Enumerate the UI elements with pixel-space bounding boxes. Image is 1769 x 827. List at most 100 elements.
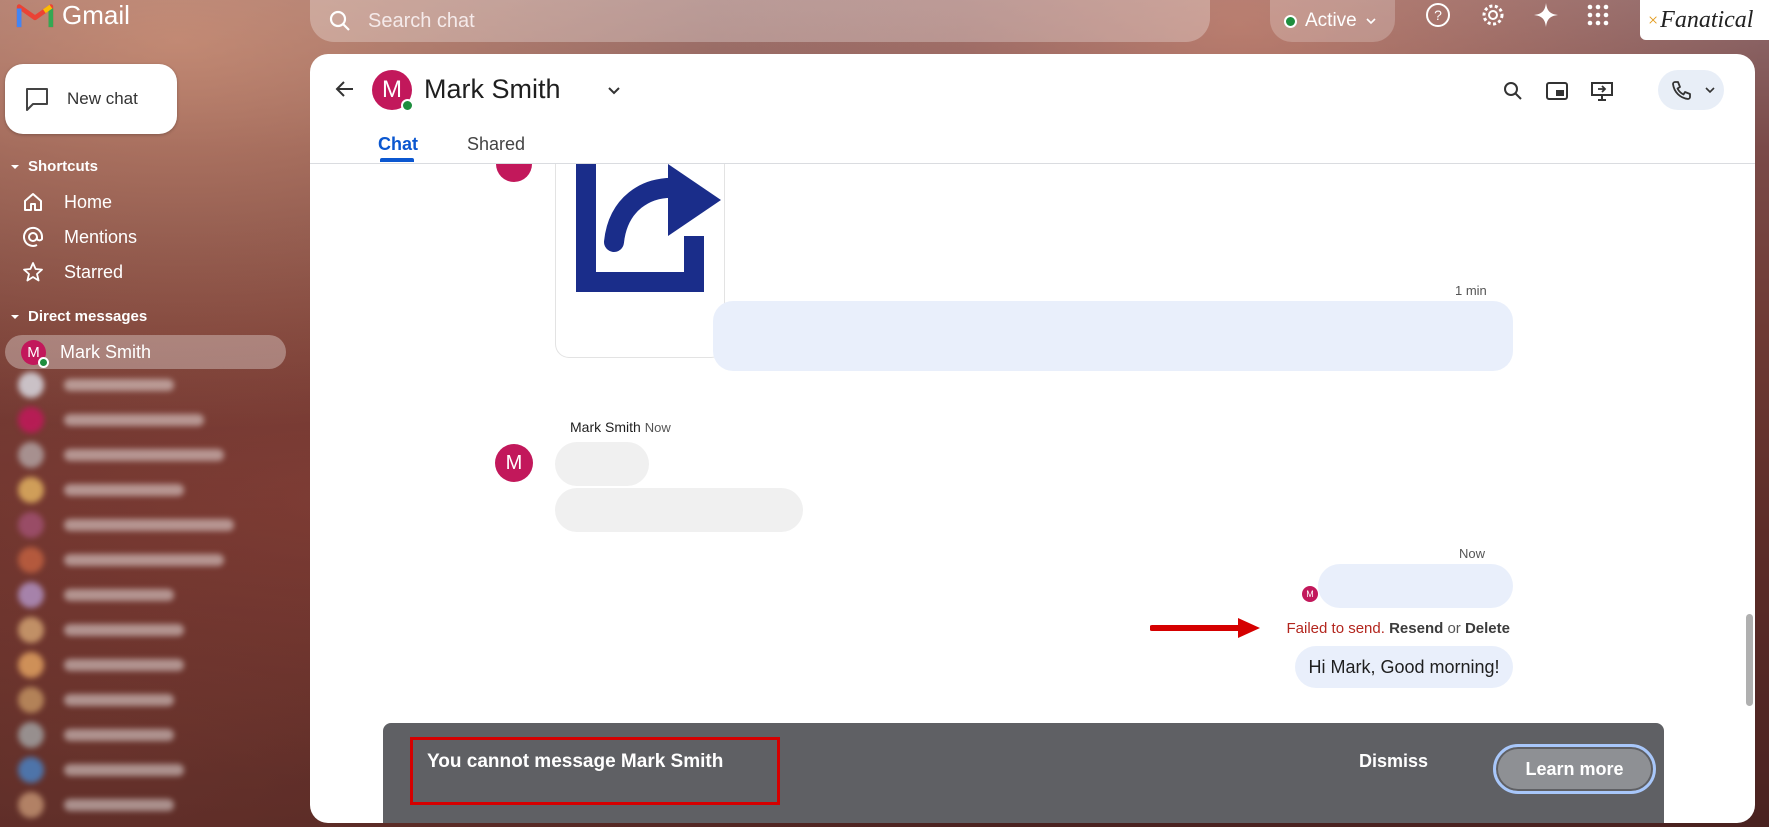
redacted-name [64, 589, 174, 601]
list-item[interactable] [18, 510, 234, 540]
list-item[interactable] [18, 580, 174, 610]
shortcuts-section-toggle[interactable]: Shortcuts [10, 158, 98, 175]
list-item[interactable] [18, 370, 174, 400]
dismiss-button[interactable]: Dismiss [1359, 751, 1428, 772]
outgoing-message-bubble[interactable] [1318, 564, 1513, 608]
chat-header: M Mark Smith Chat Shared [310, 54, 1755, 164]
status-selector[interactable]: Active [1270, 0, 1395, 42]
list-item[interactable] [18, 440, 224, 470]
avatar: M [21, 339, 49, 368]
search-input[interactable] [368, 9, 968, 33]
chevron-down-icon [1366, 18, 1376, 25]
status-label: Active [1305, 10, 1357, 31]
list-item[interactable] [18, 475, 184, 505]
search-icon[interactable] [328, 9, 352, 33]
list-item[interactable] [18, 720, 174, 750]
gmail-m-icon [16, 4, 54, 28]
avatar-initial: M [27, 343, 40, 361]
outgoing-message-bubble[interactable]: Hi Mark, Good morning! [1295, 646, 1513, 688]
redacted-name [64, 379, 174, 391]
home-icon [24, 193, 42, 211]
sidebar-item-mark-smith[interactable]: M Mark Smith [5, 335, 286, 369]
picture-in-picture-icon[interactable] [1542, 76, 1572, 106]
help-icon[interactable]: ? [1422, 0, 1454, 30]
new-chat-button[interactable]: New chat [5, 64, 177, 134]
chevron-down-icon[interactable] [1704, 84, 1716, 96]
sidebar-item-home[interactable]: Home [22, 187, 112, 217]
avatar [18, 547, 44, 573]
redacted-name [64, 554, 224, 566]
annotation-arrow-icon [1150, 618, 1260, 638]
redacted-name [64, 694, 174, 706]
phone-icon [1672, 81, 1691, 100]
list-item[interactable] [18, 755, 184, 785]
list-item[interactable] [18, 650, 184, 680]
avatar [18, 512, 44, 538]
brand-prefix: × [1648, 9, 1659, 30]
present-screen-icon[interactable] [1587, 76, 1617, 106]
failed-text: Failed to send. [1286, 620, 1385, 637]
search-in-chat-icon[interactable] [1498, 76, 1528, 106]
outgoing-message-bubble[interactable] [713, 301, 1513, 371]
incoming-message-bubble[interactable] [555, 488, 803, 532]
apps-grid-icon[interactable] [1582, 0, 1614, 30]
dm-name: Mark Smith [60, 341, 152, 362]
status-dot-icon [1284, 14, 1297, 28]
new-chat-label: New chat [67, 89, 138, 108]
account-brand-chip[interactable]: × Fanatical [1640, 0, 1769, 40]
delete-link[interactable]: Delete [1465, 620, 1510, 637]
active-tab-indicator [380, 158, 414, 162]
list-item[interactable] [18, 545, 224, 575]
caret-down-icon [11, 314, 19, 319]
call-button[interactable] [1658, 70, 1724, 110]
learn-more-button[interactable]: Learn more [1493, 744, 1656, 794]
avatar [18, 617, 44, 643]
contact-menu-button[interactable] [602, 78, 626, 102]
or-text: or [1447, 620, 1461, 637]
chat-panel: M Mark Smith Chat Shared 1 min Mark Smit… [310, 54, 1755, 823]
direct-messages-section-toggle[interactable]: Direct messages [10, 308, 147, 325]
presence-dot-icon [401, 99, 414, 112]
star-icon [23, 262, 43, 282]
list-item[interactable] [18, 615, 184, 645]
tab-chat[interactable]: Chat [378, 134, 418, 155]
presence-dot-icon [38, 356, 49, 368]
contact-avatar[interactable]: M [372, 70, 414, 112]
scrollbar[interactable] [1746, 614, 1753, 706]
brand-text: Fanatical [1660, 6, 1754, 33]
contact-name[interactable]: Mark Smith [424, 74, 561, 105]
gmail-logo[interactable]: Gmail [16, 0, 130, 30]
banner-message: You cannot message Mark Smith [427, 751, 724, 772]
list-item[interactable] [18, 685, 174, 715]
redacted-name [64, 449, 224, 461]
resend-link[interactable]: Resend [1389, 620, 1443, 637]
avatar [18, 722, 44, 748]
chat-bubble-icon [26, 88, 48, 111]
at-icon [23, 226, 44, 247]
avatar [18, 477, 44, 503]
sidebar-item-mentions[interactable]: Mentions [22, 222, 137, 252]
read-receipt-avatar: M [1302, 586, 1318, 602]
redacted-name [64, 659, 184, 671]
gemini-sparkle-icon[interactable] [1530, 0, 1562, 30]
message-timestamp: 1 min [1455, 283, 1487, 298]
list-item[interactable] [18, 790, 174, 820]
gear-icon[interactable] [1477, 0, 1509, 30]
caret-down-icon [11, 164, 19, 169]
redacted-name [64, 484, 184, 496]
back-button[interactable] [330, 74, 360, 104]
sidebar-item-starred[interactable]: Starred [22, 257, 123, 287]
tab-shared[interactable]: Shared [467, 134, 525, 155]
avatar [18, 792, 44, 818]
direct-messages-heading: Direct messages [28, 308, 148, 325]
avatar [496, 164, 532, 182]
incoming-message-bubble[interactable] [555, 442, 649, 486]
list-item[interactable] [18, 405, 204, 435]
avatar [18, 407, 44, 433]
avatar[interactable]: M [495, 444, 533, 482]
message-timestamp: Now [644, 420, 671, 435]
search-bar[interactable] [310, 0, 1210, 42]
redacted-name [64, 519, 234, 531]
shared-image-attachment[interactable] [555, 164, 725, 358]
message-timestamp: Now [1459, 546, 1486, 561]
